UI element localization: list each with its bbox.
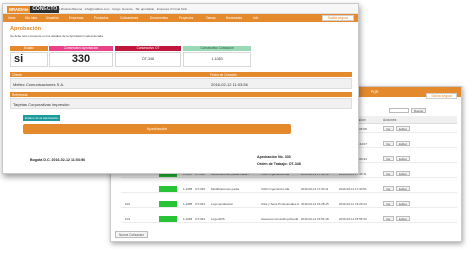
cell-no: 103 bbox=[125, 217, 131, 221]
bg-nav-item[interactable]: PQR bbox=[371, 90, 378, 94]
reference-row: Tarjetas Corporativas Impresión bbox=[10, 98, 352, 109]
nav-item-proyectos[interactable]: Proyectos bbox=[179, 16, 193, 20]
client-value: Meltec Comunicaciones S.A. bbox=[13, 82, 65, 87]
page-title: Aprobación bbox=[10, 26, 42, 32]
status-cell: si bbox=[10, 52, 48, 67]
nav-item-cotizaciones[interactable]: Cotizaciones bbox=[120, 16, 138, 20]
nav-item-usuarios[interactable]: Usuarios bbox=[46, 16, 59, 20]
status-indicator bbox=[159, 216, 177, 222]
nav-item-info[interactable]: Info bbox=[253, 16, 258, 20]
edit-button[interactable]: Editar bbox=[396, 171, 410, 176]
client-band: Cliente Fecha de Creación bbox=[10, 72, 352, 77]
top-bar: BRAIDme CONECTO Bienvenido/a Ricardo Bar… bbox=[3, 4, 358, 14]
nav-item-inicio[interactable]: Inicio bbox=[8, 16, 15, 20]
edit-button[interactable]: Editar bbox=[396, 186, 410, 191]
view-button[interactable]: Ver bbox=[383, 171, 394, 176]
approval-number-cell: 330 bbox=[49, 52, 113, 67]
view-button[interactable]: Ver bbox=[383, 141, 394, 146]
nav-item-novedades[interactable]: Novedades bbox=[226, 16, 242, 20]
date-value: 2016-02-12 11:03:56 bbox=[211, 82, 248, 87]
view-button[interactable]: Ver bbox=[383, 126, 394, 131]
edit-button[interactable]: Editar bbox=[396, 126, 410, 131]
client-row: Meltec Comunicaciones S.A. 2016-02-12 11… bbox=[10, 78, 352, 89]
cell-client: Ultra y Seca Profesionales Asociados & C… bbox=[261, 202, 299, 206]
bg-search-button[interactable]: Buscar bbox=[411, 108, 427, 113]
ot-number-cell: OT-348 bbox=[115, 52, 181, 67]
main-nav: Inicio Mis Idea Usuarios Empresas Produc… bbox=[3, 14, 358, 22]
reference-label: Referencia bbox=[12, 92, 28, 97]
reference-band: Referencia bbox=[10, 92, 352, 97]
edit-button[interactable]: Editar bbox=[396, 141, 410, 146]
nav-item-empresas[interactable]: Empresas bbox=[69, 16, 83, 20]
new-quote-button[interactable]: Nueva Cotizacion bbox=[115, 231, 148, 238]
cell-approved: 2016-02-11 16:29:44 bbox=[339, 202, 367, 206]
quote-number-value: 1-1083 bbox=[211, 57, 223, 61]
approval-window: BRAIDme CONECTO Bienvenido/a Ricardo Bar… bbox=[2, 3, 359, 174]
cell-client: Asesores Consulting Rueda Consultora Ing… bbox=[261, 217, 299, 221]
approval-number-value: 330 bbox=[71, 53, 91, 65]
cell-approved: 2016-02-11 17:30:51 bbox=[339, 187, 367, 191]
ot-number-header: Consecutivo OT bbox=[115, 46, 181, 51]
quote-number-cell: 1-1083 bbox=[183, 52, 251, 67]
cell-sent: 2016-02-11 16:28:15 bbox=[301, 202, 329, 206]
status-header: Estado bbox=[10, 46, 48, 51]
logo-part-1: BRAIDme bbox=[7, 5, 31, 13]
cell-title: Logo aprobacion bbox=[211, 202, 234, 206]
table-row[interactable]: 103 1-1084 OT-343 Logo EDS Asesores Consulti… bbox=[121, 215, 457, 223]
cell-id: 1-1084 bbox=[183, 217, 193, 221]
footer-approval-number: Aprobación No. 330 bbox=[257, 155, 291, 159]
bg-exit-button[interactable]: Salida segura bbox=[426, 93, 457, 99]
nav-item-documentos[interactable]: Documentos bbox=[150, 16, 168, 20]
reference-value: Tarjetas Corporativas Impresión bbox=[13, 102, 70, 107]
cell-no: 102 bbox=[125, 202, 131, 206]
user-info: Bienvenido/a Ricardo Barona · info@mailb… bbox=[43, 7, 187, 11]
cell-ot: OT-343 bbox=[195, 217, 206, 221]
cell-title: Logo EDS bbox=[211, 217, 225, 221]
ot-number-value: OT-348 bbox=[142, 57, 154, 61]
cell-client: VIGO Ingenieria Ltda bbox=[261, 187, 290, 191]
cell-ot: OT-344 bbox=[195, 202, 206, 206]
page-subtitle: Se debe tener presente en los detalles d… bbox=[10, 34, 103, 38]
view-button[interactable]: Ver bbox=[383, 216, 394, 221]
table-row[interactable]: 1-1086 OT-345 Modificaciones pauta VIGO Ing… bbox=[121, 185, 457, 193]
cell-ot: OT-345 bbox=[195, 187, 206, 191]
bg-search-input[interactable] bbox=[389, 108, 409, 113]
edit-button[interactable]: Editar bbox=[396, 201, 410, 206]
edit-button[interactable]: Editar bbox=[396, 216, 410, 221]
cell-title: Modificaciones pauta bbox=[211, 187, 240, 191]
view-button[interactable]: Ver bbox=[383, 156, 394, 161]
view-button[interactable]: Ver bbox=[383, 186, 394, 191]
bg-col-header: Acciones bbox=[383, 118, 397, 122]
date-label: Fecha de Creación bbox=[210, 72, 237, 77]
approval-link-button[interactable]: Enlace de la Aprobación bbox=[23, 115, 61, 121]
status-value: si bbox=[14, 53, 24, 65]
nav-item-tareas[interactable]: Tareas bbox=[206, 16, 216, 20]
table-row[interactable]: 102 1-1085 OT-344 Logo aprobacion Ultra y Se… bbox=[121, 200, 457, 208]
footer-place-date: Bogotá D.C. 2016-02-12 11:03:56 bbox=[30, 158, 86, 162]
quote-number-header: Consecutivo Cotización bbox=[183, 46, 251, 51]
footer-work-order: Orden de Trabajo: OT-348 bbox=[257, 162, 301, 166]
cell-sent: 2016-02-11 15:54:18 bbox=[301, 217, 329, 221]
cell-id: 1-1086 bbox=[183, 187, 193, 191]
cell-id: 1-1085 bbox=[183, 202, 193, 206]
view-button[interactable]: Ver bbox=[383, 201, 394, 206]
nav-item-mis-idea[interactable]: Mis Idea bbox=[25, 16, 37, 20]
exit-button[interactable]: Salida segura bbox=[321, 15, 354, 21]
cell-sent: 2016-02-11 17:30:11 bbox=[301, 187, 329, 191]
nav-item-productos[interactable]: Productos bbox=[94, 16, 108, 20]
approve-button[interactable]: Aprobación bbox=[23, 124, 291, 134]
cell-approved: 2016-02-11 15:55:33 bbox=[339, 217, 367, 221]
status-indicator bbox=[159, 201, 177, 207]
approval-number-header: Consecutivo Aprobación bbox=[49, 46, 113, 51]
status-indicator bbox=[159, 186, 177, 192]
edit-button[interactable]: Editar bbox=[396, 156, 410, 161]
client-label: Cliente bbox=[12, 72, 22, 77]
